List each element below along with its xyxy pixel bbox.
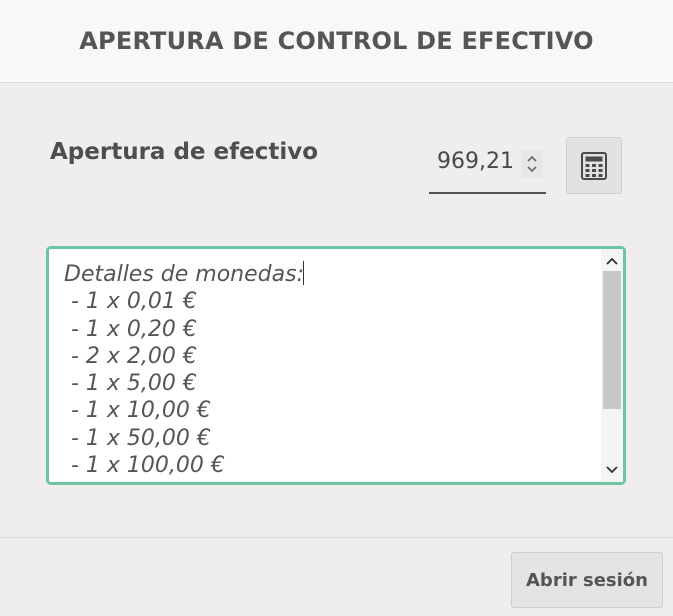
textarea-scrollbar[interactable]	[601, 249, 623, 482]
dialog-title: APERTURA DE CONTROL DE EFECTIVO	[79, 27, 594, 55]
calculator-icon	[581, 151, 607, 180]
opening-amount-label: Apertura de efectivo	[50, 139, 319, 165]
opening-amount-value[interactable]: 969,21	[437, 149, 514, 174]
open-session-button[interactable]: Abrir sesión	[511, 552, 663, 608]
coin-line: - 1 x 10,00 €	[64, 398, 211, 424]
text-caret	[302, 261, 304, 285]
coin-line: - 1 x 50,00 €	[64, 425, 211, 451]
dialog-header: APERTURA DE CONTROL DE EFECTIVO	[0, 0, 673, 83]
coin-line: - 1 x 0,01 €	[64, 289, 197, 315]
coin-details-text[interactable]: Detalles de monedas: - 1 x 0,01 € - 1 x …	[64, 261, 597, 482]
amount-spinner[interactable]	[521, 150, 543, 178]
coin-line: - 2 x 2,00 €	[64, 343, 197, 369]
chevron-down-icon[interactable]	[606, 466, 618, 474]
opening-amount-input[interactable]: 969,21	[429, 142, 546, 194]
coin-line: - 1 x 5,00 €	[64, 371, 197, 397]
coin-line: - 1 x 0,20 €	[64, 316, 197, 342]
coin-details-textarea[interactable]: Detalles de monedas: - 1 x 0,01 € - 1 x …	[46, 246, 626, 485]
scroll-up-button[interactable]	[601, 251, 623, 271]
spinner-arrows-icon[interactable]	[521, 150, 543, 178]
scrollbar-thumb[interactable]	[603, 271, 621, 409]
footer-divider	[0, 537, 673, 538]
coin-details-title: Detalles de monedas:	[64, 262, 304, 287]
scroll-down-button[interactable]	[601, 460, 623, 480]
calculator-button[interactable]	[566, 137, 622, 194]
chevron-up-icon[interactable]	[606, 257, 618, 265]
coin-line: - 1 x 100,00 €	[64, 453, 225, 479]
